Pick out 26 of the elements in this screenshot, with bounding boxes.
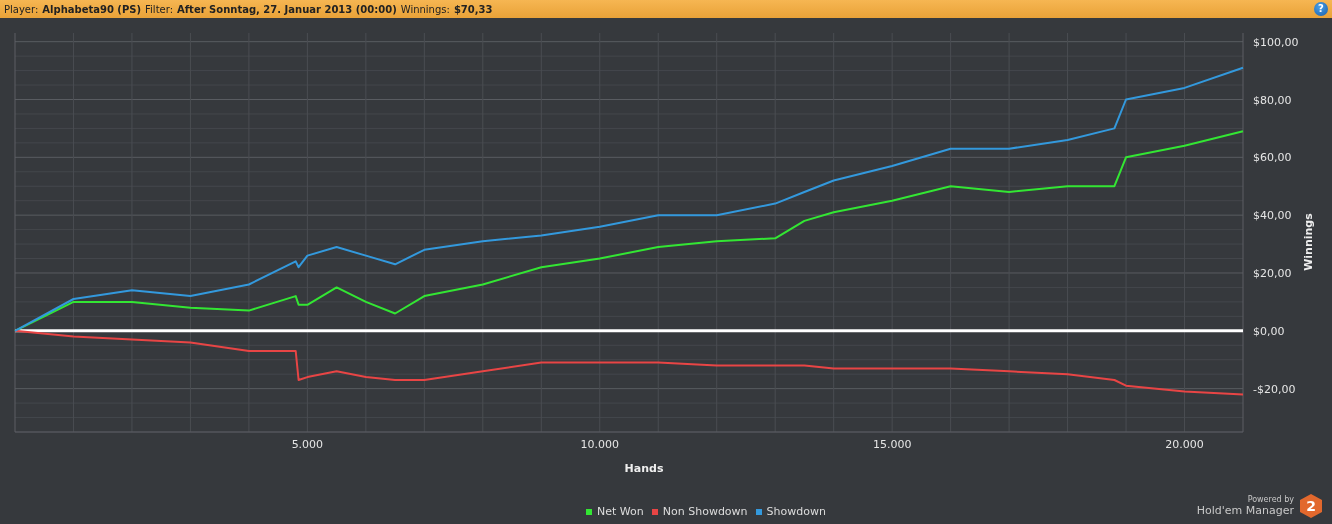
field-value: After Sonntag, 27. Januar 2013 (00:00) xyxy=(177,3,397,15)
x-tick-label: 10.000 xyxy=(580,438,619,451)
field-label: Player: xyxy=(4,3,39,15)
legend-label: Net Won xyxy=(597,505,644,518)
field-value: Alphabeta90 (PS) xyxy=(42,3,142,15)
y-tick-label: $100,00 xyxy=(1253,35,1299,49)
powered-by-text: Powered by xyxy=(1247,495,1294,504)
y-tick-label: $60,00 xyxy=(1253,151,1292,165)
field-label: Filter: xyxy=(145,3,173,15)
field-label: Winnings: xyxy=(400,3,450,15)
x-tick-label: 5.000 xyxy=(291,438,324,451)
y-tick-label: $40,00 xyxy=(1253,209,1292,223)
help-button[interactable]: ? xyxy=(1314,2,1328,16)
product-name: Hold'em Manager xyxy=(1196,504,1294,517)
legend-label: Showdown xyxy=(766,505,826,518)
y-tick-label: $0,00 xyxy=(1253,324,1285,338)
y-tick-label: $80,00 xyxy=(1253,93,1292,107)
x-tick-label: 20.000 xyxy=(1165,438,1204,451)
x-axis-label: Hands xyxy=(624,462,664,475)
y-tick-label: -$20,00 xyxy=(1253,382,1296,396)
field-value: $70,33 xyxy=(453,3,493,15)
legend-label: Non Showdown xyxy=(662,505,748,518)
version-badge: 2 xyxy=(1300,494,1322,518)
y-tick-label: $20,00 xyxy=(1253,267,1292,280)
y-axis-label: Winnings xyxy=(1301,213,1315,271)
x-tick-label: 15.000 xyxy=(872,438,912,451)
